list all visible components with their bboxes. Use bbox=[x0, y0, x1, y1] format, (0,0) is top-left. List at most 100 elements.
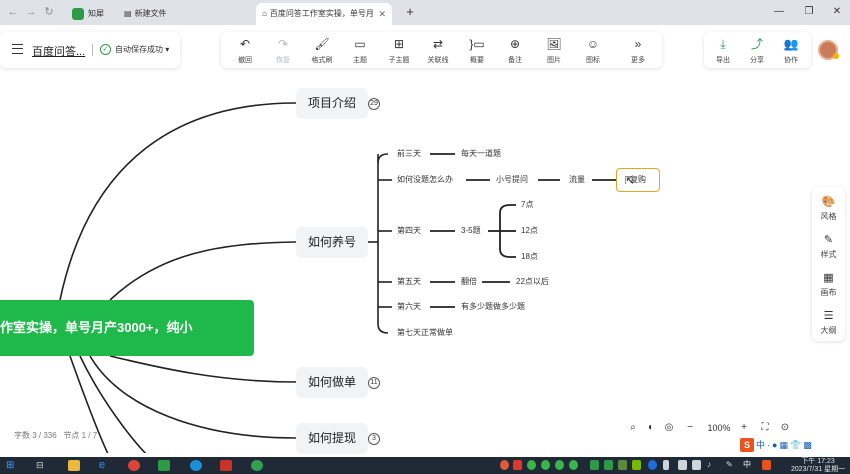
node-day-seven[interactable]: 第七天正常做单 bbox=[397, 327, 453, 339]
tab-baidu-qa[interactable]: ⌂ 百度问答工作室实操，单号月 ✕ bbox=[256, 3, 392, 25]
topic-account-raising[interactable]: 如何养号 bbox=[296, 227, 368, 258]
collapsed-count-badge[interactable]: 29 bbox=[368, 98, 380, 110]
chrome-icon[interactable] bbox=[128, 460, 140, 471]
wechat-tray-icon[interactable] bbox=[569, 460, 578, 470]
ie-icon[interactable]: e bbox=[99, 460, 111, 471]
node-alt-account-ask[interactable]: 小号提问 bbox=[496, 174, 528, 186]
close-icon[interactable]: ✕ bbox=[378, 3, 386, 25]
node-time-7[interactable]: 7点 bbox=[521, 199, 533, 211]
sogou-tray-icon[interactable] bbox=[762, 460, 771, 470]
canvas-button[interactable]: ▦ 画布 bbox=[812, 267, 845, 303]
keyboard-icon[interactable]: ▦ bbox=[779, 438, 788, 452]
topic-button[interactable]: ▭ 主题 bbox=[345, 36, 375, 66]
topic-project-intro[interactable]: 项目介绍 bbox=[296, 88, 368, 119]
undo-button[interactable]: ↶ 撤回 bbox=[230, 36, 260, 66]
bluetooth-icon[interactable] bbox=[648, 460, 657, 470]
node-double[interactable]: 翻倍 bbox=[461, 276, 477, 288]
close-window-icon[interactable]: ✕ bbox=[830, 4, 844, 20]
collapsed-count-badge[interactable]: 3 bbox=[368, 433, 380, 445]
outline-button[interactable]: ☰ 大纲 bbox=[812, 305, 845, 341]
new-tab-button[interactable]: + bbox=[403, 4, 417, 20]
app-green-icon[interactable] bbox=[251, 460, 263, 471]
summary-button[interactable]: }▭ 概要 bbox=[462, 36, 492, 66]
node-time-12[interactable]: 12点 bbox=[521, 225, 538, 237]
sogou-logo-icon[interactable]: S bbox=[740, 438, 754, 452]
node-traffic[interactable]: 流量 bbox=[569, 174, 585, 186]
menu-icon[interactable] bbox=[12, 44, 23, 54]
node-one-question-daily[interactable]: 每天一道题 bbox=[461, 148, 501, 160]
tab-new-file[interactable]: ▤ 新建文件 bbox=[118, 3, 238, 25]
tray-icon[interactable] bbox=[604, 460, 613, 470]
node-repurchase-selected[interactable]: 复购 bbox=[616, 168, 660, 192]
usb-icon[interactable] bbox=[663, 460, 669, 470]
zhixi-taskbar-icon[interactable] bbox=[158, 460, 170, 471]
avatar[interactable] bbox=[818, 40, 839, 60]
ime-punct-icon[interactable]: · bbox=[767, 438, 770, 452]
wechat-tray-icon[interactable] bbox=[527, 460, 536, 470]
wechat-tray-icon[interactable] bbox=[555, 460, 564, 470]
pen-icon[interactable]: ✎ bbox=[726, 460, 735, 470]
app-red-icon[interactable] bbox=[220, 460, 232, 471]
emoji-button[interactable]: ☺ 图标 bbox=[578, 36, 608, 66]
file-explorer-icon[interactable] bbox=[68, 460, 80, 471]
network-icon[interactable] bbox=[692, 460, 701, 470]
topic-doing-orders[interactable]: 如何做单 bbox=[296, 367, 368, 398]
relation-line-button[interactable]: ⇄ 关联线 bbox=[423, 36, 453, 66]
tray-icon[interactable] bbox=[590, 460, 599, 470]
microphone-icon[interactable]: ● bbox=[772, 438, 777, 452]
more-options-icon[interactable]: ⊙ bbox=[778, 419, 792, 437]
refresh-icon[interactable]: ↻ bbox=[42, 4, 56, 20]
central-topic[interactable]: 作室实操，单号月产3000+，纯小 bbox=[0, 300, 254, 356]
task-view-icon[interactable]: ⊟ bbox=[36, 460, 48, 471]
edge-icon[interactable] bbox=[190, 460, 202, 471]
node-day-four[interactable]: 第四天 bbox=[397, 225, 421, 237]
theme-toggle-icon[interactable]: ◐ bbox=[644, 419, 658, 437]
skin-icon[interactable]: 👕 bbox=[790, 438, 801, 452]
node-time-18[interactable]: 18点 bbox=[521, 251, 538, 263]
zoom-in-button[interactable]: + bbox=[738, 419, 750, 437]
export-button[interactable]: ⤓ 导出 bbox=[708, 36, 738, 66]
node-do-all-questions[interactable]: 有多少题做多少题 bbox=[461, 301, 525, 313]
image-button[interactable]: 🖼 图片 bbox=[539, 36, 569, 66]
document-title[interactable]: 百度问答... bbox=[32, 43, 85, 59]
minimize-icon[interactable]: — bbox=[772, 4, 786, 20]
windows-start-icon[interactable]: ⊞ bbox=[6, 460, 18, 471]
node-day-five[interactable]: 第五天 bbox=[397, 276, 421, 288]
mindmap-canvas[interactable]: 项目介绍 29 如何养号 如何做单 11 如何提现 3 前三天 每天一道题 如何… bbox=[0, 68, 850, 454]
system-clock[interactable]: 下午 17:23 2023/7/31 星期一 bbox=[791, 458, 845, 474]
tray-icon[interactable] bbox=[513, 460, 522, 470]
back-icon[interactable]: ← bbox=[6, 4, 20, 20]
zoom-out-button[interactable]: − bbox=[684, 419, 696, 437]
note-button[interactable]: ⊕ 备注 bbox=[500, 36, 530, 66]
locate-icon[interactable]: ◎ bbox=[662, 419, 676, 437]
fit-screen-icon[interactable]: ⛶ bbox=[758, 419, 772, 437]
ime-chinese-icon[interactable]: 中 bbox=[756, 438, 765, 452]
restore-icon[interactable]: ❐ bbox=[802, 4, 816, 20]
node-after-22[interactable]: 22点以后 bbox=[516, 276, 549, 288]
subtopic-button[interactable]: ⊞ 子主题 bbox=[384, 36, 414, 66]
redo-button[interactable]: ↷ 恢复 bbox=[268, 36, 298, 66]
language-indicator[interactable]: 中 bbox=[743, 460, 752, 470]
collaborate-button[interactable]: 👥 协作 bbox=[776, 36, 806, 66]
toolbox-icon[interactable]: ▩ bbox=[803, 438, 812, 452]
more-button[interactable]: » 更多 bbox=[623, 36, 653, 66]
tray-icon[interactable] bbox=[678, 460, 687, 470]
tray-icon[interactable] bbox=[500, 460, 509, 470]
node-style-button[interactable]: ✎ 样式 bbox=[812, 229, 845, 265]
node-no-questions[interactable]: 如何没题怎么办 bbox=[397, 174, 453, 186]
nvidia-tray-icon[interactable] bbox=[632, 460, 641, 470]
format-brush-button[interactable]: 🖌 格式刷 bbox=[307, 36, 337, 66]
share-button[interactable]: ⤴ 分享 bbox=[742, 36, 772, 66]
style-theme-button[interactable]: 🎨 风格 bbox=[812, 191, 845, 227]
topic-withdraw[interactable]: 如何提现 bbox=[296, 423, 368, 454]
tray-icon[interactable] bbox=[618, 460, 627, 470]
zoom-level[interactable]: 100% bbox=[702, 419, 736, 437]
node-day-six[interactable]: 第六天 bbox=[397, 301, 421, 313]
forward-icon[interactable]: → bbox=[24, 4, 38, 20]
node-3-5-questions[interactable]: 3-5题 bbox=[461, 225, 481, 237]
wechat-tray-icon[interactable] bbox=[541, 460, 550, 470]
tab-zhixi[interactable]: 知犀 bbox=[66, 3, 112, 25]
collapsed-count-badge[interactable]: 11 bbox=[368, 377, 380, 389]
volume-icon[interactable]: ♪ bbox=[707, 460, 716, 470]
save-status[interactable]: 自动保存成功 ▾ bbox=[115, 44, 169, 55]
